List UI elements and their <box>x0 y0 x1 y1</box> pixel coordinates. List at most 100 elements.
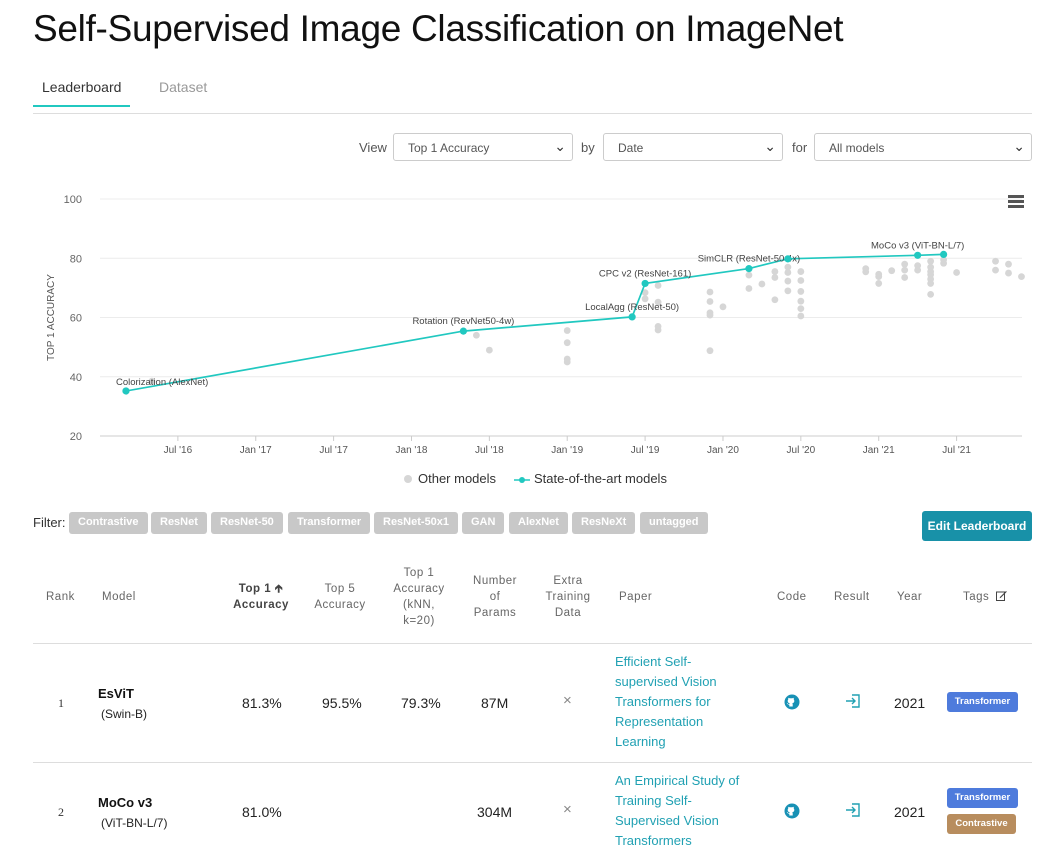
filter-chip-untagged[interactable]: untagged <box>640 512 708 534</box>
paper-link[interactable]: An Empirical Study of Training Self- Sup… <box>615 771 739 851</box>
header-paper[interactable]: Paper <box>619 589 652 605</box>
header-top5-accuracy[interactable]: Top 5 Accuracy <box>310 581 370 613</box>
rank-cell: 2 <box>58 805 64 819</box>
filter-chip-resnext[interactable]: ResNeXt <box>572 512 636 534</box>
header-code[interactable]: Code <box>777 589 807 605</box>
other-model-point <box>771 274 779 281</box>
model-name[interactable]: EsViT <box>98 686 134 701</box>
edit-leaderboard-button[interactable]: Edit Leaderboard <box>922 511 1032 541</box>
x-tick-label: Jan '18 <box>396 445 428 456</box>
filter-chip-gan[interactable]: GAN <box>462 512 505 534</box>
sota-point <box>122 387 130 395</box>
no-extra-data-icon: × <box>563 692 572 709</box>
other-model-point <box>784 269 792 276</box>
tab-dataset[interactable]: Dataset <box>159 79 207 105</box>
other-model-point <box>1005 260 1012 268</box>
other-model-point <box>784 287 792 295</box>
header-result[interactable]: Result <box>834 589 870 605</box>
filter-chip-resnet-50x1[interactable]: ResNet-50x1 <box>374 512 459 534</box>
filter-chip-resnet[interactable]: ResNet <box>151 512 207 534</box>
view-select[interactable]: Top 1 Accuracy ⌄ <box>393 133 573 161</box>
other-model-point <box>875 280 883 287</box>
page-title: Self-Supervised Image Classification on … <box>33 8 844 49</box>
sota-point <box>784 255 792 263</box>
header-model[interactable]: Model <box>102 589 136 605</box>
other-model-point <box>888 267 896 275</box>
tag-transformer[interactable]: Transformer <box>947 692 1018 712</box>
header-year[interactable]: Year <box>897 589 922 605</box>
header-extra-data[interactable]: Extra Training Data <box>538 573 598 621</box>
header-rank[interactable]: Rank <box>46 589 75 605</box>
by-label: by <box>581 140 595 155</box>
x-tick-label: Jan '20 <box>707 445 739 456</box>
x-tick-label: Jul '17 <box>319 445 348 456</box>
header-params-line3: Params <box>473 607 517 619</box>
result-link-icon[interactable] <box>845 694 861 708</box>
edit-tags-icon[interactable] <box>996 590 1007 601</box>
other-model-point <box>563 358 571 366</box>
other-model-point <box>771 268 779 275</box>
paper-title-line: Transformers for <box>615 694 711 709</box>
x-tick-label: Jul '20 <box>787 445 816 456</box>
other-model-point <box>706 347 714 355</box>
legend-sota-label: State-of-the-art models <box>534 471 667 486</box>
filter-chip-resnet-50[interactable]: ResNet-50 <box>211 512 283 534</box>
y-tick-label: 60 <box>70 313 82 325</box>
x-tick-label: Jan '19 <box>551 445 583 456</box>
for-label: for <box>792 140 808 155</box>
for-select[interactable]: All models ⌄ <box>814 133 1032 161</box>
top1-cell: 81.3% <box>242 695 282 711</box>
filter-chip-alexnet[interactable]: AlexNet <box>509 512 568 534</box>
x-tick-label: Jul '18 <box>475 445 504 456</box>
header-tags[interactable]: Tags <box>963 589 1007 605</box>
paper-title-line: Training Self- <box>615 793 692 808</box>
paper-title-line: Supervised Vision <box>615 813 719 828</box>
result-link-icon[interactable] <box>845 803 861 817</box>
sort-arrow-icon: 🡱 <box>274 583 284 595</box>
header-knn-accuracy[interactable]: Top 1 Accuracy (kNN, k=20) <box>386 565 452 629</box>
model-variant: (ViT-BN-L/7) <box>101 816 168 830</box>
other-model-point <box>485 346 493 354</box>
other-model-point <box>563 339 571 347</box>
year-cell: 2021 <box>894 804 926 820</box>
by-select[interactable]: Date ⌄ <box>603 133 783 161</box>
model-name[interactable]: MoCo v3 <box>98 795 152 810</box>
header-top1-line1: Top 1 <box>238 583 272 595</box>
other-model-point <box>1018 273 1025 281</box>
y-tick-label: 40 <box>70 372 82 384</box>
tab-bar: Leaderboard Dataset <box>33 73 1032 114</box>
other-model-point <box>901 266 909 274</box>
tag-transformer[interactable]: Transformer <box>947 788 1018 808</box>
tab-leaderboard[interactable]: Leaderboard <box>33 79 131 107</box>
table-row-divider <box>33 762 1032 763</box>
header-top1-line2: Accuracy <box>233 599 289 611</box>
other-model-point <box>771 296 779 304</box>
other-model-point <box>914 266 922 274</box>
other-model-point <box>797 277 805 284</box>
other-model-point <box>563 327 571 334</box>
paper-title-line: supervised Vision <box>615 674 717 689</box>
chart-menu-icon[interactable] <box>1008 193 1028 209</box>
paper-title-line: Representation <box>615 714 704 729</box>
filter-chip-transformer[interactable]: Transformer <box>288 512 371 534</box>
sota-point-label: MoCo v3 (ViT-BN-L/7) <box>871 240 964 251</box>
sota-point <box>940 250 948 258</box>
other-model-point <box>992 266 999 274</box>
for-select-value: All models <box>829 141 885 155</box>
chevron-down-icon: ⌄ <box>1013 138 1025 154</box>
paper-link[interactable]: Efficient Self- supervised Vision Transf… <box>615 652 717 752</box>
tag-contrastive[interactable]: Contrastive <box>947 814 1016 834</box>
github-icon[interactable] <box>784 803 800 819</box>
header-num-params[interactable]: Number of Params <box>465 573 525 621</box>
params-cell: 87M <box>481 695 509 711</box>
filter-chip-contrastive[interactable]: Contrastive <box>69 512 148 534</box>
legend-sota[interactable]: State-of-the-art models <box>514 471 667 486</box>
github-icon[interactable] <box>784 694 800 710</box>
filter-label: Filter: <box>33 515 66 530</box>
header-tags-label: Tags <box>963 591 990 603</box>
sota-point-label: Rotation (RevNet50-4w) <box>412 316 514 327</box>
header-top1-accuracy[interactable]: Top 1 🡱 Accuracy <box>231 581 291 613</box>
legend-other[interactable]: Other models <box>404 471 496 486</box>
sota-point <box>641 279 649 288</box>
paper-title-line: Learning <box>615 734 666 749</box>
